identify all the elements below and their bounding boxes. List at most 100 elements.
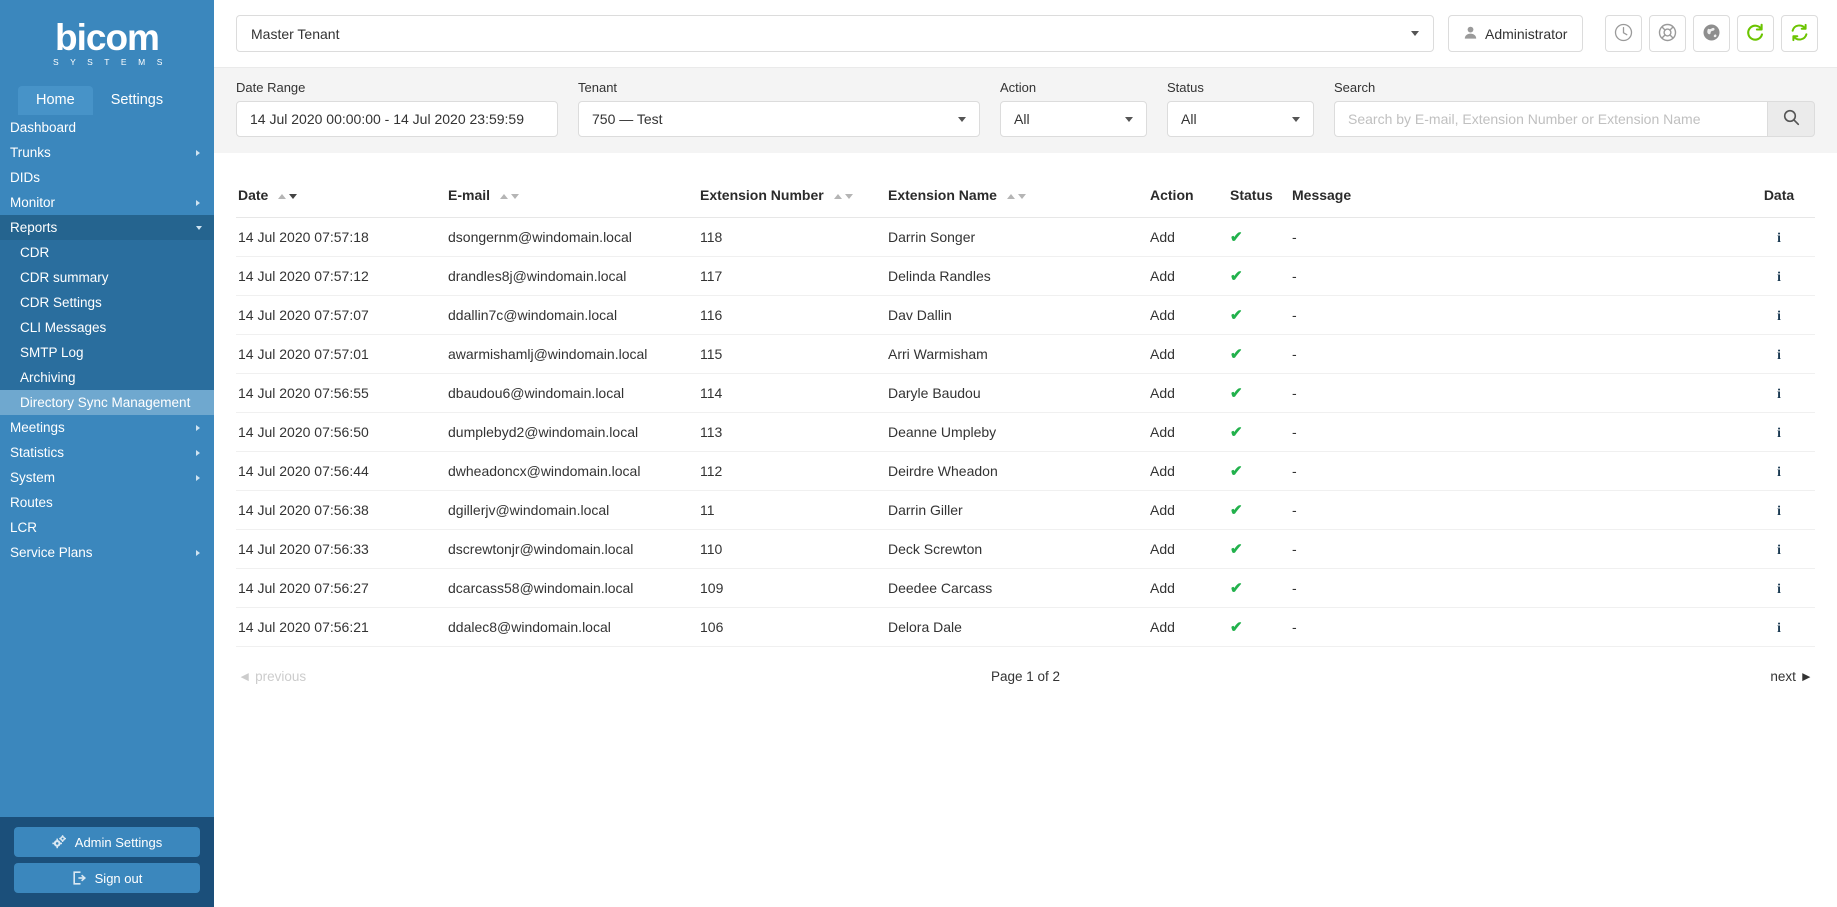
cell-data[interactable]: i <box>1743 256 1815 296</box>
status-select[interactable]: All <box>1167 101 1314 137</box>
date-range-input[interactable]: 14 Jul 2020 00:00:00 - 14 Jul 2020 23:59… <box>236 101 558 137</box>
sort-controls[interactable] <box>1006 193 1026 199</box>
date-range-value: 14 Jul 2020 00:00:00 - 14 Jul 2020 23:59… <box>250 111 524 127</box>
cell-extension-number: 116 <box>700 295 888 335</box>
sort-desc-icon[interactable] <box>844 193 853 199</box>
column-header-extension-number[interactable]: Extension Number <box>700 187 888 218</box>
search-button[interactable] <box>1767 101 1815 137</box>
previous-page-button[interactable]: ◄ previous <box>238 669 306 684</box>
info-icon[interactable]: i <box>1777 503 1781 518</box>
info-icon[interactable]: i <box>1777 308 1781 323</box>
sort-asc-icon[interactable] <box>833 193 842 199</box>
info-icon[interactable]: i <box>1777 620 1781 635</box>
sidebar-item-system[interactable]: System <box>0 465 214 490</box>
table-row[interactable]: 14 Jul 2020 07:56:27 dcarcass58@windomain… <box>236 568 1815 608</box>
cell-status: ✔ <box>1230 490 1292 530</box>
sidebar-item-meetings[interactable]: Meetings <box>0 415 214 440</box>
table-row[interactable]: 14 Jul 2020 07:56:38 dgillerjv@windomain.… <box>236 490 1815 530</box>
table-row[interactable]: 14 Jul 2020 07:57:01 awarmishamlj@windoma… <box>236 334 1815 374</box>
sidebar-item-smtp-log[interactable]: SMTP Log <box>0 340 214 365</box>
sidebar-item-cli-messages[interactable]: CLI Messages <box>0 315 214 340</box>
cell-data[interactable]: i <box>1743 451 1815 491</box>
sidebar-item-archiving[interactable]: Archiving <box>0 365 214 390</box>
table-row[interactable]: 14 Jul 2020 07:56:33 dscrewtonjr@windomai… <box>236 529 1815 569</box>
sort-desc-icon[interactable] <box>510 193 519 199</box>
master-tenant-select[interactable]: Master Tenant <box>236 15 1434 52</box>
sort-asc-icon[interactable] <box>1006 193 1015 199</box>
table-row[interactable]: 14 Jul 2020 07:57:07 ddallin7c@windomain.… <box>236 295 1815 335</box>
cell-data[interactable]: i <box>1743 373 1815 413</box>
sort-controls[interactable] <box>278 193 298 199</box>
sidebar: bicom S Y S T E M S Home Settings Dashbo… <box>0 0 214 907</box>
info-icon[interactable]: i <box>1777 347 1781 362</box>
info-icon[interactable]: i <box>1777 464 1781 479</box>
sort-controls[interactable] <box>833 193 853 199</box>
column-header-date[interactable]: Date <box>236 187 448 218</box>
cell-data[interactable]: i <box>1743 607 1815 647</box>
sidebar-item-label: CLI Messages <box>20 320 107 335</box>
sort-desc-icon[interactable] <box>289 193 298 199</box>
search-input[interactable] <box>1334 101 1767 137</box>
table-row[interactable]: 14 Jul 2020 07:57:12 drandles8j@windomain… <box>236 256 1815 296</box>
cell-data[interactable]: i <box>1743 217 1815 257</box>
table-row[interactable]: 14 Jul 2020 07:56:55 dbaudou6@windomain.l… <box>236 373 1815 413</box>
sidebar-item-cdr-summary[interactable]: CDR summary <box>0 265 214 290</box>
sidebar-item-dashboard[interactable]: Dashboard <box>0 115 214 140</box>
tab-home[interactable]: Home <box>18 86 93 115</box>
globe-icon-button[interactable] <box>1693 15 1731 52</box>
sidebar-item-directory-sync-management[interactable]: Directory Sync Management <box>0 390 214 415</box>
admin-settings-button[interactable]: Admin Settings <box>14 827 200 857</box>
sidebar-item-cdr[interactable]: CDR <box>0 240 214 265</box>
column-header-extension-name[interactable]: Extension Name <box>888 187 1150 218</box>
table-row[interactable]: 14 Jul 2020 07:56:21 ddalec8@windomain.lo… <box>236 607 1815 647</box>
sort-asc-icon[interactable] <box>499 193 508 199</box>
sort-desc-icon[interactable] <box>1017 193 1026 199</box>
filter-bar: Date Range 14 Jul 2020 00:00:00 - 14 Jul… <box>214 67 1837 153</box>
cell-action: Add <box>1150 334 1230 374</box>
cell-data[interactable]: i <box>1743 412 1815 452</box>
chevron-down-icon <box>1125 116 1133 122</box>
cell-data[interactable]: i <box>1743 490 1815 530</box>
cell-extension-name: Dav Dallin <box>888 295 1150 335</box>
info-icon[interactable]: i <box>1777 269 1781 284</box>
sidebar-item-service-plans[interactable]: Service Plans <box>0 540 214 565</box>
cell-data[interactable]: i <box>1743 295 1815 335</box>
sidebar-item-lcr[interactable]: LCR <box>0 515 214 540</box>
info-icon[interactable]: i <box>1777 230 1781 245</box>
column-header-email[interactable]: E-mail <box>448 187 700 218</box>
sidebar-item-trunks[interactable]: Trunks <box>0 140 214 165</box>
sidebar-item-monitor[interactable]: Monitor <box>0 190 214 215</box>
sidebar-item-dids[interactable]: DIDs <box>0 165 214 190</box>
info-icon[interactable]: i <box>1777 581 1781 596</box>
sort-controls[interactable] <box>499 193 519 199</box>
clock-icon-button[interactable] <box>1605 15 1643 52</box>
status-check-icon: ✔ <box>1230 424 1243 441</box>
table-row[interactable]: 14 Jul 2020 07:56:50 dumplebyd2@windomain… <box>236 412 1815 452</box>
refresh-icon-button[interactable] <box>1737 15 1775 52</box>
tab-settings[interactable]: Settings <box>93 86 181 115</box>
info-icon[interactable]: i <box>1777 386 1781 401</box>
administrator-button[interactable]: Administrator <box>1448 15 1584 52</box>
cell-data[interactable]: i <box>1743 568 1815 608</box>
cell-data[interactable]: i <box>1743 334 1815 374</box>
tenant-select[interactable]: 750 — Test <box>578 101 980 137</box>
action-select[interactable]: All <box>1000 101 1147 137</box>
sort-asc-icon[interactable] <box>278 193 287 199</box>
info-icon[interactable]: i <box>1777 425 1781 440</box>
sidebar-item-statistics[interactable]: Statistics <box>0 440 214 465</box>
sync-icon-button[interactable] <box>1781 15 1819 52</box>
tab-settings-label: Settings <box>110 92 164 108</box>
cell-data[interactable]: i <box>1743 529 1815 569</box>
sidebar-item-reports[interactable]: Reports <box>0 215 214 240</box>
lifebuoy-icon-button[interactable] <box>1649 15 1687 52</box>
next-page-button[interactable]: next ► <box>1770 669 1813 684</box>
sidebar-item-label: CDR summary <box>20 270 109 285</box>
table-row[interactable]: 14 Jul 2020 07:56:44 dwheadoncx@windomain… <box>236 451 1815 491</box>
topbar-icon-group <box>1605 15 1819 52</box>
table-row[interactable]: 14 Jul 2020 07:57:18 dsongernm@windomain.… <box>236 217 1815 257</box>
sidebar-item-cdr-settings[interactable]: CDR Settings <box>0 290 214 315</box>
sign-out-button[interactable]: Sign out <box>14 863 200 893</box>
info-icon[interactable]: i <box>1777 542 1781 557</box>
brand-logo[interactable]: bicom S Y S T E M S <box>0 0 214 82</box>
sidebar-item-routes[interactable]: Routes <box>0 490 214 515</box>
